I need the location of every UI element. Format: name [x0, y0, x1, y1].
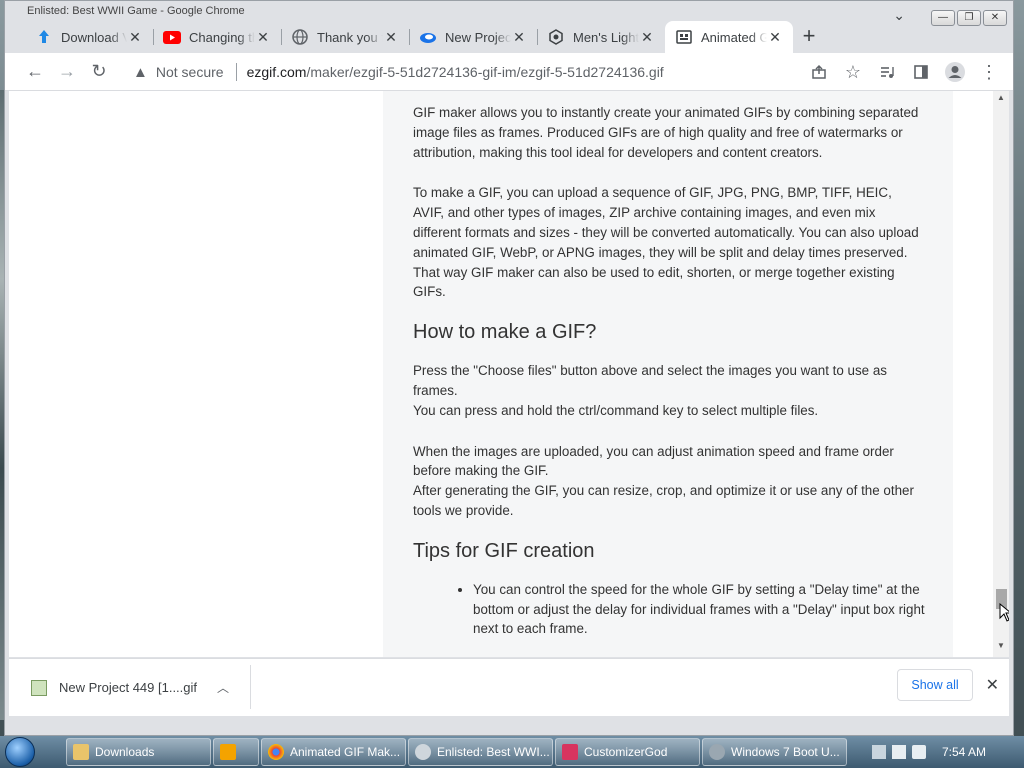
chevron-up-icon[interactable]: ︿ [217, 679, 229, 696]
choose-files-paragraph: Press the "Choose files" button above an… [413, 363, 887, 398]
cloud-icon [419, 28, 437, 46]
tab-title: Animated G [701, 29, 767, 45]
tab-title: Changing th [189, 29, 255, 45]
close-icon[interactable]: ✕ [127, 29, 143, 46]
disk-icon [709, 744, 725, 760]
intro-paragraph: GIF maker allows you to instantly create… [413, 105, 919, 160]
page-viewport: GIF maker allows you to instantly create… [9, 91, 1009, 657]
show-all-button[interactable]: Show all [897, 669, 973, 701]
tip-item: You can control the speed for the whole … [473, 580, 925, 639]
multi-select-paragraph: You can press and hold the ctrl/command … [413, 402, 819, 418]
media-player-icon [220, 744, 236, 760]
tab-youtube[interactable]: Changing th ✕ [153, 21, 281, 53]
tab-mens-light[interactable]: Men's Light ✕ [537, 21, 665, 53]
page-scrollbar[interactable]: ▲ ▼ [993, 91, 1009, 657]
upload-paragraph: To make a GIF, you can upload a sequence… [413, 185, 919, 300]
close-icon[interactable]: ✕ [767, 29, 783, 46]
start-button[interactable] [0, 736, 40, 768]
menu-kebab-icon[interactable]: ⋮ [973, 56, 1005, 88]
tab-title: Thank you f [317, 29, 383, 45]
browser-toolbar: ← → ↻ ▲ Not secure ezgif.com /maker/ezgi… [5, 53, 1013, 91]
mouse-cursor-icon [999, 602, 1009, 628]
download-item[interactable]: New Project 449 [1....gif ︿ [31, 679, 229, 696]
taskbar-item-boot-updater[interactable]: Windows 7 Boot U... [702, 738, 847, 766]
tips-heading: Tips for GIF creation [413, 539, 595, 562]
tab-thank-you[interactable]: Thank you f ✕ [281, 21, 409, 53]
scroll-down-arrow-icon[interactable]: ▼ [993, 641, 1009, 655]
taskbar-item-media[interactable] [213, 738, 259, 766]
omnibox-divider [235, 63, 237, 81]
share-icon[interactable] [803, 56, 835, 88]
customizer-icon [562, 744, 578, 760]
taskbar-item-label: Animated GIF Mak... [290, 745, 401, 759]
image-file-icon [31, 679, 47, 696]
back-button[interactable]: ← [19, 56, 51, 88]
how-to-heading: How to make a GIF? [413, 321, 597, 344]
tab-download[interactable]: Download V ✕ [25, 21, 153, 53]
tab-strip: Download V ✕ Changing th ✕ Thank you f ✕… [5, 21, 1013, 53]
globe-icon [291, 28, 309, 46]
close-icon[interactable]: ✕ [639, 29, 655, 46]
tab-animated-gif[interactable]: Animated G ✕ [665, 21, 793, 53]
close-icon[interactable]: ✕ [255, 29, 271, 46]
system-tray: 7:54 AM [862, 736, 1024, 768]
close-icon[interactable]: ✕ [986, 675, 999, 695]
profile-avatar-icon[interactable] [939, 56, 971, 88]
tab-search-chevron-icon[interactable]: ⌄ [893, 7, 905, 24]
media-control-icon[interactable] [871, 56, 903, 88]
taskbar-item-label: Downloads [95, 745, 155, 759]
windows-taskbar: Downloads Animated GIF Mak... Enlisted: … [0, 736, 1024, 768]
flag-icon[interactable] [892, 745, 906, 759]
taskbar-item-enlisted[interactable]: Enlisted: Best WWI... [408, 738, 553, 766]
download-file-name[interactable]: New Project 449 [1....gif [59, 680, 197, 695]
bookmark-star-icon[interactable]: ☆ [837, 56, 869, 88]
tab-new-project[interactable]: New Project ✕ [409, 21, 537, 53]
volume-icon[interactable] [912, 745, 926, 759]
download-icon [35, 28, 53, 46]
taskbar-item-label: CustomizerGod [584, 745, 668, 759]
tab-title: Men's Light [573, 29, 639, 45]
close-icon[interactable]: ✕ [511, 29, 527, 46]
taskbar-item-customizergod[interactable]: CustomizerGod [555, 738, 700, 766]
globe-icon [415, 744, 431, 760]
new-tab-button[interactable]: + [793, 21, 825, 53]
taskbar-item-label: Windows 7 Boot U... [731, 745, 840, 759]
address-bar[interactable]: ▲ Not secure ezgif.com /maker/ezgif-5-51… [125, 57, 885, 87]
toolbar-actions: ☆ ⋮ [803, 56, 1005, 88]
download-divider [250, 665, 251, 709]
article-content: GIF maker allows you to instantly create… [383, 91, 953, 657]
clock[interactable]: 7:54 AM [942, 745, 986, 759]
after-generating-paragraph: After generating the GIF, you can resize… [413, 483, 914, 518]
scroll-up-arrow-icon[interactable]: ▲ [993, 93, 1009, 107]
download-shelf: New Project 449 [1....gif ︿ Show all ✕ [9, 658, 1009, 716]
folder-icon [73, 744, 89, 760]
windows-logo-icon [5, 737, 35, 767]
chrome-icon [268, 744, 284, 760]
url-host: ezgif.com [246, 64, 307, 80]
reload-button[interactable]: ↻ [83, 56, 115, 88]
youtube-icon [163, 28, 181, 46]
taskbar-item-downloads[interactable]: Downloads [66, 738, 211, 766]
warning-icon[interactable]: ▲ [133, 64, 148, 81]
taskbar-item-animated-gif[interactable]: Animated GIF Mak... [261, 738, 406, 766]
close-icon[interactable]: ✕ [383, 29, 399, 46]
ezgif-icon [675, 28, 693, 46]
tab-title: New Project [445, 29, 511, 45]
tips-list: You can control the speed for the whole … [413, 580, 925, 639]
taskbar-item-label: Enlisted: Best WWI... [437, 745, 550, 759]
hexagon-icon [547, 28, 565, 46]
window-title: Enlisted: Best WWII Game - Google Chrome [5, 1, 1013, 21]
tab-title: Download V [61, 29, 127, 45]
forward-button[interactable]: → [51, 56, 83, 88]
url-path: /maker/ezgif-5-51d2724136-gif-im/ezgif-5… [306, 64, 664, 80]
uploaded-paragraph: When the images are uploaded, you can ad… [413, 443, 894, 479]
security-label[interactable]: Not secure [156, 64, 224, 80]
side-panel-icon[interactable] [905, 56, 937, 88]
network-icon[interactable] [872, 745, 886, 759]
